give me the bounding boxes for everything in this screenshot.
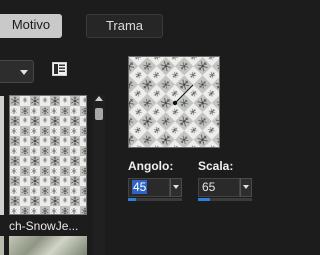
scale-slider[interactable] — [198, 198, 252, 201]
scale-slider-fill — [198, 198, 210, 201]
scale-input[interactable]: 65 — [198, 178, 240, 197]
scale-label: Scala: — [198, 159, 234, 173]
chevron-down-icon — [20, 70, 28, 75]
spin-dropdown-icon — [173, 185, 179, 189]
pattern-thumbnail-partial[interactable] — [0, 96, 4, 215]
arrow-up-icon[interactable] — [95, 96, 103, 101]
pattern-preview[interactable] — [128, 56, 220, 148]
spin-dropdown-icon — [243, 185, 249, 189]
scrollbar-thumb[interactable] — [95, 108, 103, 120]
tab-motivo[interactable]: Motivo — [0, 14, 62, 38]
pattern-thumbnail-partial[interactable] — [0, 236, 4, 255]
angle-slider[interactable] — [128, 198, 182, 201]
pattern-thumbnail-selected[interactable] — [9, 95, 87, 215]
angle-slider-fill — [128, 198, 136, 201]
angle-input[interactable]: 45 — [128, 178, 170, 197]
tab-label: Motivo — [11, 17, 51, 32]
angle-center — [172, 100, 178, 106]
angle-spin-button[interactable] — [170, 178, 182, 197]
pattern-thumbnail[interactable] — [9, 236, 87, 255]
thumbnail-label: ch-SnowJe... — [9, 219, 79, 233]
angle-label: Angolo: — [128, 159, 174, 173]
angle-value: 45 — [132, 180, 148, 194]
tab-label: Trama — [105, 18, 144, 33]
library-dropdown[interactable] — [0, 60, 34, 83]
list-view-icon[interactable] — [52, 62, 67, 76]
tab-trama[interactable]: Trama — [86, 14, 163, 38]
scale-value: 65 — [202, 180, 216, 194]
scale-spin-button[interactable] — [240, 178, 252, 197]
